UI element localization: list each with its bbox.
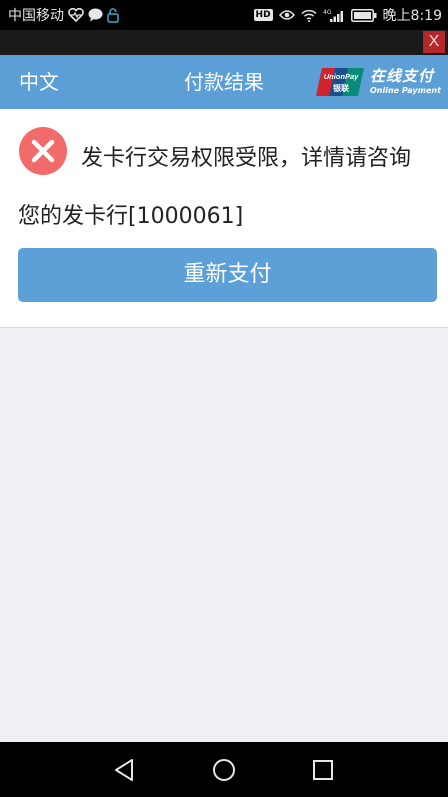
navigation-bar	[0, 742, 448, 797]
logo-brand-cn: 银联	[332, 83, 349, 93]
recent-square-icon	[313, 760, 333, 780]
header-bar: 中文 付款结果 UnionPay 银联 在线支付 Online Payment	[0, 55, 448, 109]
result-card: 发卡行交易权限受限，详情请咨询您的发卡行[1000061] 重新支付	[0, 109, 448, 328]
logo-text: 在线支付 Online Payment	[370, 69, 441, 95]
eye-icon	[278, 9, 295, 21]
screen: 中国移动 HD 4G 晚上8:19 X 中文 付款结果 UnionPay 银联 …	[0, 0, 448, 797]
health-heart-icon	[68, 8, 84, 22]
logo-cn: 在线支付	[370, 67, 435, 85]
error-message: 发卡行交易权限受限，详情请咨询您的发卡行[1000061]	[18, 146, 412, 229]
battery-icon	[350, 8, 377, 22]
network-type: 4G	[323, 9, 332, 16]
logo-brand: UnionPay	[324, 72, 359, 81]
status-bar: 中国移动 HD 4G 晚上8:19	[0, 0, 448, 30]
unionpay-mark-icon: UnionPay 银联	[316, 68, 364, 96]
close-button[interactable]: X	[423, 31, 445, 53]
lock-icon	[107, 7, 119, 23]
nav-back-button[interactable]	[108, 754, 140, 786]
status-right: HD 4G 晚上8:19	[253, 0, 442, 30]
cell-signal-icon: 4G	[323, 8, 345, 23]
unionpay-logo: UnionPay 银联 在线支付 Online Payment	[316, 65, 444, 99]
top-strip: X	[0, 30, 448, 55]
logo-en: Online Payment	[370, 86, 441, 95]
status-left: 中国移动	[8, 0, 119, 30]
home-circle-icon	[213, 759, 235, 781]
nav-home-button[interactable]	[208, 754, 240, 786]
nav-recent-button[interactable]	[307, 754, 339, 786]
retry-payment-button[interactable]: 重新支付	[18, 248, 437, 302]
back-triangle-icon	[115, 759, 133, 781]
clock: 晚上8:19	[382, 8, 442, 24]
wifi-icon	[301, 9, 317, 22]
carrier-name: 中国移动	[8, 8, 64, 24]
hd-badge: HD	[253, 9, 273, 21]
chat-bubble-icon	[88, 8, 103, 22]
